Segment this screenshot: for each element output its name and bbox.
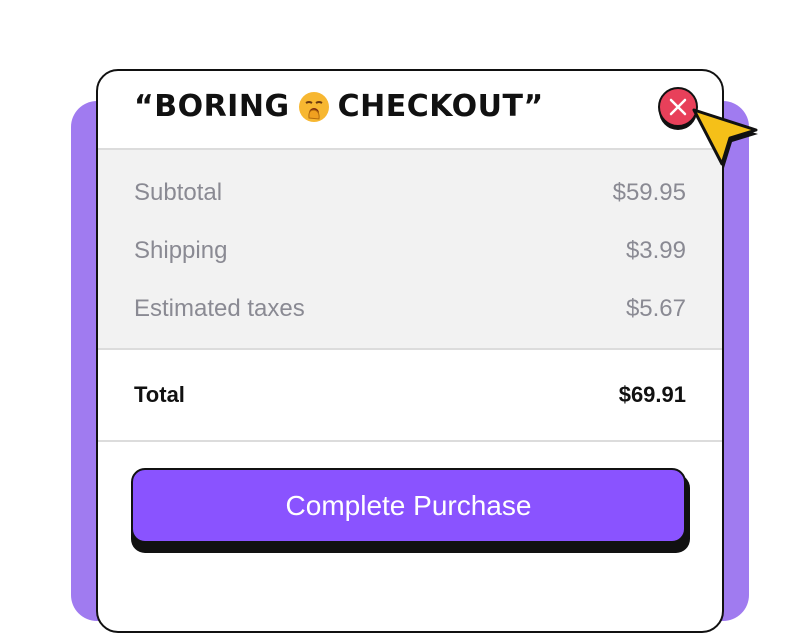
dialog-header: “BORING CHECKOUT” (98, 71, 722, 150)
title-part-1: “BORING (134, 89, 290, 124)
summary-row-taxes: Estimated taxes $5.67 (134, 292, 686, 326)
taxes-value: $5.67 (625, 295, 686, 322)
complete-purchase-button[interactable]: Complete Purchase (131, 468, 686, 543)
dialog-title: “BORING CHECKOUT” (134, 89, 544, 124)
pointer-cursor-icon (690, 100, 764, 174)
summary-row-subtotal: Subtotal $59.95 (134, 176, 686, 210)
total-row: Total $69.91 (98, 350, 722, 442)
taxes-label: Estimated taxes (134, 295, 305, 322)
subtotal-label: Subtotal (134, 179, 223, 206)
yawning-face-icon (298, 91, 330, 123)
order-summary: Subtotal $59.95 Shipping $3.99 Estimated… (98, 150, 722, 350)
title-part-2: CHECKOUT” (337, 89, 544, 124)
total-label: Total (134, 382, 185, 407)
checkout-dialog: “BORING CHECKOUT” Subtotal $59.95 Shippi… (96, 69, 724, 633)
shipping-label: Shipping (134, 237, 228, 264)
shipping-value: $3.99 (625, 237, 686, 264)
subtotal-value: $59.95 (612, 179, 686, 206)
total-value: $69.91 (618, 382, 686, 407)
summary-row-shipping: Shipping $3.99 (134, 234, 686, 268)
